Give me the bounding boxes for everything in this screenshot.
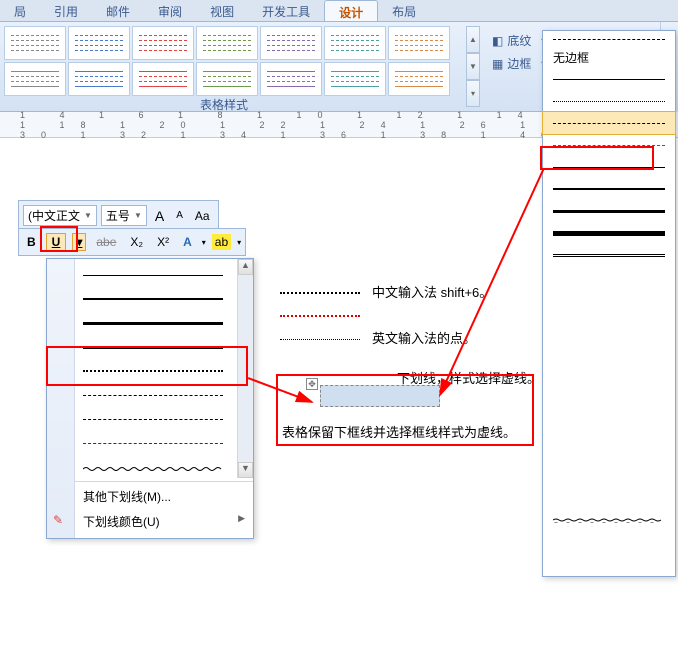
underline-color-option[interactable]: ✎ 下划线颜色(U)▶ — [47, 509, 253, 534]
underline-dropdown-button[interactable]: ▾ — [72, 233, 86, 251]
underline-option-dash-long[interactable] — [47, 407, 253, 431]
more-underlines-option[interactable]: 其他下划线(M)... — [47, 484, 253, 509]
font-name-combo[interactable]: (中文正文▼ — [23, 205, 97, 226]
style-thumb[interactable] — [132, 26, 194, 60]
border-option-thin-thick[interactable] — [543, 288, 675, 310]
border-option-solid-thick[interactable] — [543, 200, 675, 222]
style-thumb[interactable] — [388, 62, 450, 96]
border-preview — [543, 33, 675, 46]
grid-icon: ▦ — [492, 57, 503, 71]
shading-label: 底纹 — [507, 32, 531, 49]
style-thumb[interactable] — [196, 26, 258, 60]
border-option-hatch[interactable] — [543, 530, 675, 552]
style-thumb[interactable] — [196, 62, 258, 96]
tab-view[interactable]: 视图 — [196, 0, 248, 21]
border-option-triple2[interactable] — [543, 332, 675, 354]
border-option-thick-thin2[interactable] — [543, 376, 675, 398]
grow-font-button[interactable]: A — [151, 206, 168, 226]
underline-style-dropdown: 其他下划线(M)... ✎ 下划线颜色(U)▶ ▲ ▼ — [46, 258, 254, 539]
document-content: 中文输入法 shift+6。 英文输入法的点。 下划线，样式选择虚线。 — [280, 280, 540, 392]
doc-text: 表格保留下框线并选择框线样式为虚线。 — [282, 422, 516, 441]
pen-icon: ✎ — [53, 513, 63, 527]
no-border-option[interactable]: 无边框 — [543, 46, 675, 68]
superscript-button[interactable]: X² — [153, 233, 173, 251]
style-thumb[interactable] — [68, 26, 130, 60]
dropdown-scrollbar[interactable]: ▲ ▼ — [237, 259, 253, 478]
underline-option-dotted[interactable] — [47, 359, 253, 383]
border-option-thick-thin[interactable] — [543, 310, 675, 332]
border-option-triple[interactable] — [543, 266, 675, 288]
table-cell-selected[interactable] — [320, 385, 440, 407]
font-size-combo[interactable]: 五号▼ — [101, 205, 147, 226]
sample-dotted-cn — [280, 292, 360, 294]
underline-option-solid3[interactable] — [47, 311, 253, 335]
strike-button[interactable]: abe — [92, 233, 120, 251]
border-option-solid-thin[interactable] — [543, 156, 675, 178]
style-thumb[interactable] — [4, 62, 66, 96]
style-thumb[interactable] — [260, 62, 322, 96]
highlight-button[interactable]: ab — [212, 234, 231, 250]
style-thumb[interactable] — [132, 62, 194, 96]
tab-reference[interactable]: 引用 — [40, 0, 92, 21]
ribbon-tabs: 局 引用 邮件 审阅 视图 开发工具 设计 布局 — [0, 0, 678, 22]
subscript-button[interactable]: X₂ — [126, 233, 147, 251]
border-option-thin-thick2[interactable] — [543, 354, 675, 376]
borders-label: 边框 — [507, 55, 531, 72]
tab-mail[interactable]: 邮件 — [92, 0, 144, 21]
style-thumb[interactable] — [4, 26, 66, 60]
doc-text: 英文输入法的点。 — [372, 326, 476, 352]
style-thumb[interactable] — [388, 26, 450, 60]
border-option-solid-xthick[interactable] — [543, 222, 675, 244]
underline-option-solid2[interactable] — [47, 287, 253, 311]
underline-option-double[interactable] — [47, 335, 253, 359]
style-thumb[interactable] — [68, 62, 130, 96]
style-thumb[interactable] — [260, 26, 322, 60]
tab-design[interactable]: 设计 — [324, 0, 378, 21]
text-effects-button[interactable]: A — [179, 233, 196, 251]
border-option-dotted[interactable] — [543, 90, 675, 112]
border-option-solid-med[interactable] — [543, 178, 675, 200]
border-option-thick-thin3[interactable] — [543, 442, 675, 464]
bold-button[interactable]: B — [23, 233, 40, 251]
underline-button[interactable]: U — [46, 233, 67, 251]
border-option-double[interactable] — [543, 244, 675, 266]
sample-dotted-en — [280, 339, 360, 340]
table-style-gallery[interactable] — [4, 26, 464, 107]
underline-option-wavy[interactable] — [47, 455, 253, 479]
tab-devtools[interactable]: 开发工具 — [248, 0, 324, 21]
tab-layout[interactable]: 布局 — [378, 0, 430, 21]
border-option-dashed[interactable] — [543, 112, 675, 134]
underline-option-solid[interactable] — [47, 263, 253, 287]
bucket-icon: ◧ — [492, 34, 503, 48]
change-case-button[interactable]: Aa — [191, 207, 214, 225]
shrink-font-button[interactable]: A — [172, 208, 187, 223]
tab-layout-global[interactable]: 局 — [0, 0, 40, 21]
style-thumb[interactable] — [324, 26, 386, 60]
spellcheck-wavy — [280, 315, 360, 317]
border-style-dropdown: 无边框 — [542, 30, 676, 577]
border-option-triple4[interactable] — [543, 464, 675, 486]
mini-format-toolbar-row2: B U▾ abe X₂ X² A▾ ab▾ — [18, 228, 246, 256]
table-move-handle[interactable]: ✥ — [306, 378, 318, 390]
border-option-hatch-rev[interactable] — [543, 552, 675, 574]
border-option-solid[interactable] — [543, 68, 675, 90]
border-option-double-wavy[interactable] — [543, 508, 675, 530]
underline-option-dashed[interactable] — [47, 383, 253, 407]
style-thumb[interactable] — [324, 62, 386, 96]
border-option-thin-thick3[interactable] — [543, 420, 675, 442]
gallery-scroll[interactable]: ▲▼▾ — [466, 26, 480, 107]
mini-format-toolbar-row1: (中文正文▼ 五号▼ A A Aa — [18, 200, 219, 231]
border-option-dashdot[interactable] — [543, 134, 675, 156]
border-option-triple3[interactable] — [543, 398, 675, 420]
underline-option-dashdot[interactable] — [47, 431, 253, 455]
doc-text: 中文输入法 shift+6。 — [372, 280, 492, 306]
tab-review[interactable]: 审阅 — [144, 0, 196, 21]
border-option-wavy[interactable] — [543, 486, 675, 508]
gallery-group-label: 表格样式 — [200, 96, 248, 113]
